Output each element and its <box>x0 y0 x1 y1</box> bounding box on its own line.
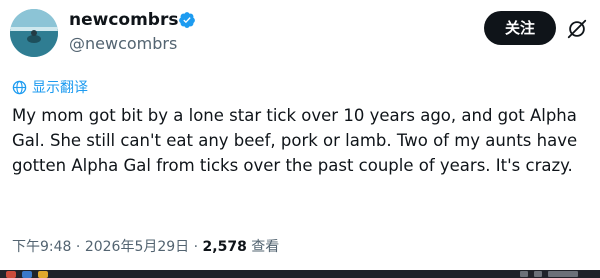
tray-icon[interactable] <box>520 271 528 277</box>
post-text: My mom got bit by a lone star tick over … <box>12 106 578 175</box>
author-handle[interactable]: @newcombrs <box>69 34 177 54</box>
tray-clock[interactable] <box>548 271 578 277</box>
grok-icon[interactable] <box>566 18 588 40</box>
taskbar-app-icon[interactable] <box>38 271 48 278</box>
tray-icon[interactable] <box>534 271 542 277</box>
taskbar <box>0 270 600 278</box>
post-card: newcombrs @newcombrs 关注 显示翻译 My mom got … <box>0 0 600 278</box>
globe-icon <box>12 80 27 94</box>
taskbar-app-icon[interactable] <box>6 271 16 278</box>
author-display-name[interactable]: newcombrs <box>69 10 178 30</box>
meta-separator-2: · <box>189 239 203 255</box>
avatar-image <box>10 9 58 57</box>
verified-badge-icon <box>179 12 195 28</box>
post-date[interactable]: 2026年5月29日 <box>85 239 189 255</box>
post-meta: 下午9:48 · 2026年5月29日 · 2,578 查看 <box>12 237 279 257</box>
views-label: 查看 <box>251 239 280 255</box>
avatar[interactable] <box>10 9 58 57</box>
show-translation-link[interactable]: 显示翻译 <box>12 77 88 97</box>
post-time[interactable]: 下午9:48 <box>12 239 71 255</box>
views-count: 2,578 <box>202 239 247 255</box>
meta-separator: · <box>71 239 85 255</box>
taskbar-app-icon[interactable] <box>22 271 32 278</box>
show-translation-label: 显示翻译 <box>32 80 88 96</box>
follow-button[interactable]: 关注 <box>484 11 556 45</box>
